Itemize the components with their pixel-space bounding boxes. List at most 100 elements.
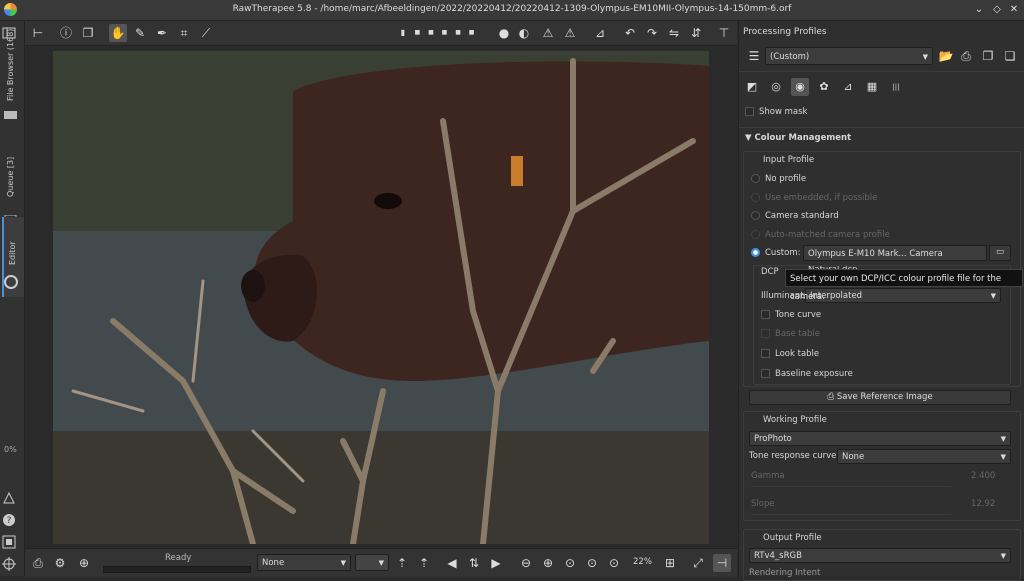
save-profile-icon[interactable]: ⎙ (957, 47, 975, 65)
show-mask-checkbox[interactable] (745, 107, 754, 116)
zoom-fit-icon[interactable]: ⊙ (561, 554, 579, 572)
soft-proof-icon[interactable]: ⇡ (393, 554, 411, 572)
chevron-down-icon: ▼ (1000, 435, 1006, 443)
zoom-fit-crop-icon[interactable]: ⊙ (583, 554, 601, 572)
no-profile-radio[interactable] (751, 174, 760, 183)
svg-text:?: ? (7, 516, 12, 526)
camera-standard-label: Camera standard (765, 211, 839, 221)
qr-icon[interactable] (2, 535, 22, 549)
send-to-queue-icon[interactable]: ⚙ (51, 554, 69, 572)
window-title: RawTherapee 5.8 - /home/marc/Afbeeldinge… (232, 4, 792, 14)
photo-preview[interactable] (53, 51, 709, 544)
transform-tab-icon[interactable]: ⊿ (839, 78, 857, 96)
next-image-icon[interactable]: ▶ (487, 554, 505, 572)
help-icon[interactable]: ? (2, 513, 22, 527)
external-editor-icon[interactable]: ⊕ (75, 554, 93, 572)
chevron-down-icon: ▼ (1000, 453, 1006, 461)
chevron-down-icon: ▼ (922, 53, 928, 61)
tone-curve-checkbox[interactable] (761, 310, 770, 319)
color-profile-select[interactable]: ▼ (355, 554, 389, 571)
details-tab-icon[interactable]: ◎ (767, 78, 785, 96)
chevron-down-icon: ▼ (990, 292, 996, 300)
save-reference-image-button[interactable]: ⎙ Save Reference Image (749, 390, 1011, 405)
camera-standard-radio[interactable] (751, 211, 760, 220)
output-profile-select[interactable]: RTv4_sRGB ▼ (749, 548, 1011, 563)
paste-profile-icon[interactable]: ❏ (1001, 47, 1019, 65)
color-tab-icon[interactable]: ◉ (791, 78, 809, 96)
fullscreen-icon[interactable]: ⤢ (689, 554, 707, 572)
rendering-intent-label: Rendering Intent (749, 568, 821, 578)
warning-low-icon[interactable]: ⚠ (539, 24, 557, 42)
folder-icon[interactable]: ▭ (989, 245, 1011, 261)
look-table-label: Look table (775, 349, 820, 359)
navigator-icon[interactable] (2, 557, 22, 571)
title-bar: RawTherapee 5.8 - /home/marc/Afbeeldinge… (0, 0, 1024, 21)
editor-bottom-bar: ⎙ ⚙ ⊕ Ready None ▼ ▼ ⇡ ⇡ ◀ ⇅ ▶ ⊖ ⊕ ⊙ ⊙ ⊙ … (25, 548, 737, 577)
preferences-icon[interactable] (2, 491, 22, 505)
working-profile-title: Working Profile (763, 415, 827, 425)
editor-toolbar: ⊢ ⓘ ❐ ✋ ✎ ✒ ⌗ ⟋ ▮ ■ ■ ■ ■ ■ ■ ● ◐ ⚠ ⚠ ⊿ … (25, 21, 737, 54)
previous-image-icon[interactable]: ◀ (443, 554, 461, 572)
color-picker-icon[interactable]: ✒ (153, 24, 171, 42)
chevron-down-icon: ▼ (340, 559, 346, 567)
colour-management-title[interactable]: ▼ Colour Management (745, 133, 851, 143)
zoom-100-icon[interactable]: ⊙ (605, 554, 623, 572)
zoom-in-icon[interactable]: ⊕ (539, 554, 557, 572)
picker-icon[interactable]: ✎ (131, 24, 149, 42)
straighten-icon[interactable]: ⟋ (197, 24, 215, 42)
load-profile-icon[interactable]: 📂 (937, 47, 955, 65)
show-mask-label: Show mask (759, 107, 808, 117)
toggle-bottom-panel-icon[interactable]: ⊣ (713, 554, 731, 572)
history-toggle-icon[interactable]: ⊢ (29, 24, 47, 42)
baseline-exposure-label: Baseline exposure (775, 369, 853, 379)
histogram-icon[interactable]: ⊿ (591, 24, 609, 42)
channel-selector[interactable]: ■ ■ ■ ■ ■ ■ (411, 24, 481, 54)
tone-curve-label: Tone curve (775, 310, 822, 320)
info-icon[interactable]: ⓘ (57, 24, 75, 42)
sync-image-icon[interactable]: ⇅ (465, 554, 483, 572)
trc-select[interactable]: None ▼ (837, 449, 1011, 464)
profile-list-icon[interactable]: ☰ (745, 47, 763, 65)
channel-bar-icon: ▮ (400, 28, 406, 37)
maximize-icon[interactable]: ◇ (990, 3, 1004, 17)
base-table-checkbox (761, 329, 770, 338)
preview-mode-select[interactable]: None ▼ (257, 554, 351, 571)
toggle-right-panel-icon[interactable]: ⊤ (715, 24, 733, 42)
focus-mask-icon[interactable]: ● (495, 24, 513, 42)
processing-profile-select[interactable]: (Custom) ▼ (765, 47, 933, 65)
zoom-out-icon[interactable]: ⊖ (517, 554, 535, 572)
progress-percent: 0% (4, 445, 17, 454)
metadata-tab-icon[interactable]: ||| (887, 78, 905, 96)
rotate-left-icon[interactable]: ↶ (621, 24, 639, 42)
custom-profile-label: Custom: (765, 248, 801, 258)
new-detail-window-icon[interactable]: ⊞ (661, 554, 679, 572)
advanced-tab-icon[interactable]: ✿ (815, 78, 833, 96)
close-icon[interactable]: ✕ (1007, 3, 1021, 17)
copy-profile-icon[interactable]: ❐ (979, 47, 997, 65)
rotate-right-icon[interactable]: ↷ (643, 24, 661, 42)
flip-horizontal-icon[interactable]: ⇋ (665, 24, 683, 42)
save-image-icon[interactable]: ⎙ (29, 554, 47, 572)
crop-icon[interactable]: ⌗ (175, 24, 193, 42)
hand-icon[interactable]: ✋ (109, 24, 127, 42)
left-tab-bar: File Browser (168) Queue [3] Editor 0% ? (0, 21, 25, 576)
custom-profile-file-chooser[interactable]: Olympus E-M10 Mark... Camera Natural.dcp (803, 245, 987, 275)
use-embedded-radio (751, 193, 760, 202)
minimize-icon[interactable]: ⌄ (972, 3, 986, 17)
gamut-check-icon[interactable]: ⇡ (415, 554, 433, 572)
baseline-exposure-checkbox[interactable] (761, 369, 770, 378)
warning-high-icon[interactable]: ⚠ (561, 24, 579, 42)
output-profile-title: Output Profile (763, 533, 822, 543)
exposure-tab-icon[interactable]: ◩ (743, 78, 761, 96)
shadow-clip-icon[interactable]: ◐ (515, 24, 533, 42)
auto-matched-radio (751, 230, 760, 239)
raw-tab-icon[interactable]: ▦ (863, 78, 881, 96)
before-after-icon[interactable]: ❐ (79, 24, 97, 42)
status-text: Ready (165, 553, 192, 563)
look-table-checkbox[interactable] (761, 349, 770, 358)
image-viewer[interactable] (25, 46, 737, 548)
illuminant-select[interactable]: Interpolated ▼ (805, 288, 1001, 303)
flip-vertical-icon[interactable]: ⇵ (687, 24, 705, 42)
working-profile-select[interactable]: ProPhoto ▼ (749, 431, 1011, 446)
custom-profile-radio[interactable] (751, 248, 760, 257)
